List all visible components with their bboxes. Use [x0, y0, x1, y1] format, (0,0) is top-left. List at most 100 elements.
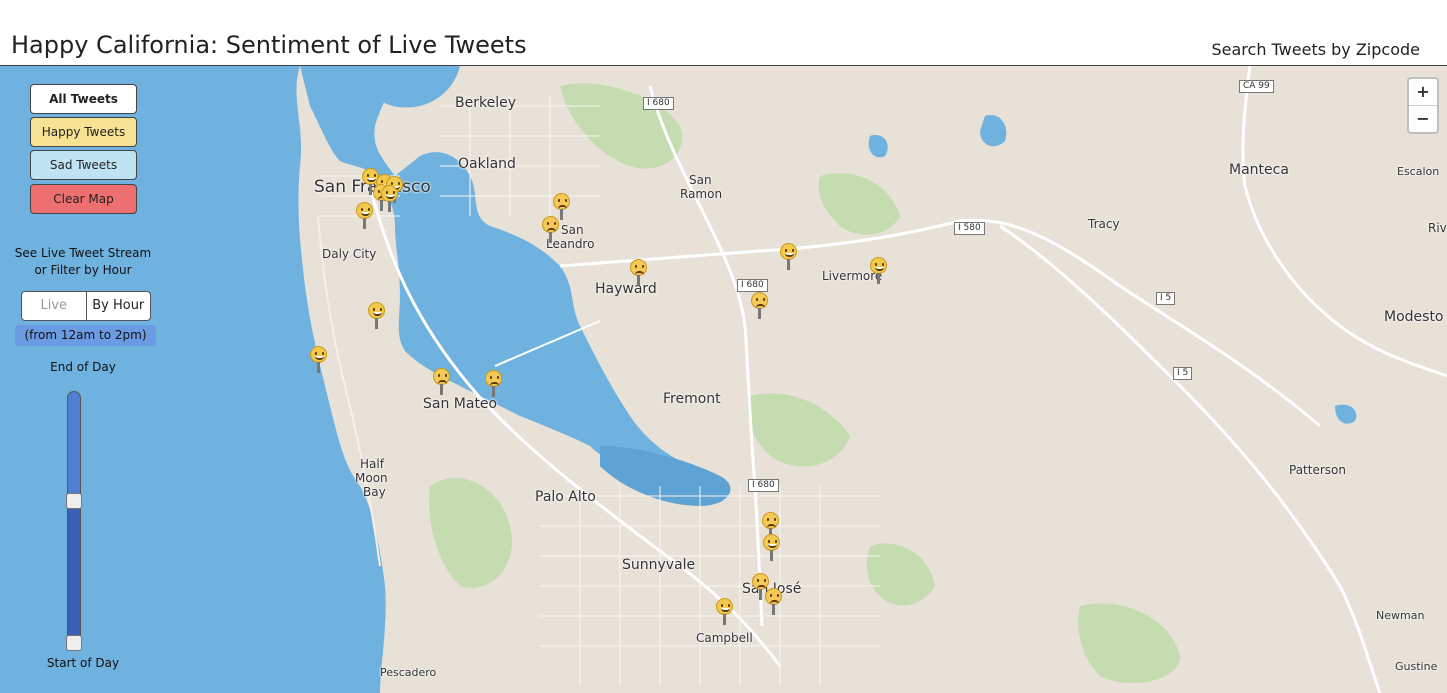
highway-shield-i680-north: I 680 [643, 97, 674, 110]
marker-stick [549, 232, 552, 243]
label-campbell: Campbell [696, 631, 753, 645]
marker-stick [759, 589, 762, 600]
marker-stick [363, 218, 366, 229]
label-pescadero: Pescadero [380, 666, 437, 679]
marker-stick [723, 614, 726, 625]
sad-tweet-marker[interactable] [630, 259, 647, 287]
live-toggle-option[interactable]: Live [22, 292, 87, 320]
hour-slider-start-handle[interactable] [66, 635, 82, 651]
label-hayward: Hayward [595, 281, 657, 297]
label-patterson: Patterson [1289, 463, 1346, 477]
hour-slider-end-handle[interactable] [66, 493, 82, 510]
hour-range-badge: (from 12am to 2pm) [15, 325, 156, 346]
label-manteca: Manteca [1229, 162, 1289, 178]
marker-stick [492, 386, 495, 397]
page-title: Happy California: Sentiment of Live Twee… [11, 31, 527, 59]
highway-shield-i580: I 580 [954, 222, 985, 235]
label-oakland: Oakland [458, 156, 516, 172]
marker-stick [787, 259, 790, 270]
smiley-face-icon [368, 302, 385, 319]
label-half-moon-1: Half [360, 457, 384, 471]
happy-tweet-marker[interactable] [716, 598, 733, 626]
happy-tweet-marker[interactable] [356, 202, 373, 230]
label-tracy: Tracy [1088, 217, 1120, 231]
sad-tweet-marker[interactable] [433, 368, 450, 396]
zoom-in-button[interactable]: + [1409, 79, 1437, 105]
label-gustine: Gustine [1395, 660, 1438, 673]
label-san-mateo: San Mateo [423, 396, 498, 412]
highway-shield-i5-a: I 5 [1156, 292, 1176, 305]
label-palo-alto: Palo Alto [535, 489, 596, 505]
marker-stick [375, 318, 378, 329]
by-hour-toggle-option[interactable]: By Hour [87, 292, 151, 320]
highway-shield-ca99: CA 99 [1239, 80, 1274, 93]
zoom-out-button[interactable]: − [1409, 105, 1437, 132]
map-view[interactable]: Berkeley Oakland San Francisco Daly City… [0, 66, 1447, 693]
sad-face-icon [762, 512, 779, 529]
label-san-ramon-2: Ramon [680, 187, 723, 201]
label-modesto: Modesto [1384, 309, 1444, 325]
happy-tweet-marker[interactable] [763, 534, 780, 562]
happy-tweet-marker[interactable] [780, 243, 797, 271]
label-escalon: Escalon [1397, 165, 1440, 178]
marker-stick [388, 201, 391, 212]
search-tweets-by-zipcode-link[interactable]: Search Tweets by Zipcode [1211, 40, 1420, 59]
sad-face-icon [751, 292, 768, 309]
label-fremont: Fremont [663, 391, 721, 407]
highway-shield-i680-mid: I 680 [737, 279, 768, 292]
smiley-face-icon [356, 202, 373, 219]
smiley-face-icon [870, 257, 887, 274]
sad-tweets-button[interactable]: Sad Tweets [30, 150, 137, 180]
label-san-ramon-1: San [689, 173, 712, 187]
marker-stick [560, 209, 563, 220]
highway-shield-i680-south: I 680 [748, 479, 779, 492]
hour-slider-track[interactable] [67, 391, 81, 651]
marker-stick [440, 384, 443, 395]
label-san-leandro-1: San [561, 223, 584, 237]
marker-stick [758, 308, 761, 319]
marker-stick [772, 604, 775, 615]
label-half-moon-3: Bay [363, 485, 386, 499]
all-tweets-button[interactable]: All Tweets [30, 84, 137, 114]
slider-top-label: End of Day [50, 360, 116, 374]
smiley-face-icon [763, 534, 780, 551]
marker-stick [317, 362, 320, 373]
smiley-face-icon [780, 243, 797, 260]
sad-tweet-marker[interactable] [751, 292, 768, 320]
smiley-face-icon [716, 598, 733, 615]
happy-tweet-marker[interactable] [310, 346, 327, 374]
header-bar: Happy California: Sentiment of Live Twee… [0, 0, 1447, 66]
hour-slider-selected-range [68, 502, 80, 644]
highway-shield-i5-b: I 5 [1173, 367, 1193, 380]
label-newman: Newman [1376, 609, 1425, 622]
stream-instructions-line1: See Live Tweet Stream [14, 246, 152, 260]
zoom-control: + − [1407, 77, 1439, 134]
clear-map-button[interactable]: Clear Map [30, 184, 137, 214]
sad-tweet-marker[interactable] [553, 193, 570, 221]
label-riv: Riv [1428, 221, 1447, 235]
happy-tweet-marker[interactable] [381, 185, 398, 213]
control-panel: All Tweets Happy Tweets Sad Tweets Clear… [0, 66, 166, 693]
happy-tweets-button[interactable]: Happy Tweets [30, 117, 137, 147]
sad-tweet-marker[interactable] [765, 588, 782, 616]
marker-stick [369, 184, 372, 195]
label-daly-city: Daly City [322, 247, 377, 261]
marker-stick [637, 275, 640, 286]
smiley-face-icon [310, 346, 327, 363]
sad-face-icon [765, 588, 782, 605]
live-hour-toggle: Live By Hour [21, 291, 151, 321]
happy-tweet-marker[interactable] [870, 257, 887, 285]
smiley-face-icon [381, 185, 398, 202]
sad-face-icon [485, 370, 502, 387]
sad-face-icon [553, 193, 570, 210]
sad-face-icon [433, 368, 450, 385]
label-half-moon-2: Moon [355, 471, 388, 485]
happy-tweet-marker[interactable] [368, 302, 385, 330]
sad-tweet-marker[interactable] [485, 370, 502, 398]
stream-instructions-line2: or Filter by Hour [34, 263, 132, 277]
marker-stick [877, 273, 880, 284]
sad-face-icon [630, 259, 647, 276]
label-berkeley: Berkeley [455, 95, 516, 111]
marker-stick [770, 550, 773, 561]
label-sunnyvale: Sunnyvale [622, 557, 696, 573]
